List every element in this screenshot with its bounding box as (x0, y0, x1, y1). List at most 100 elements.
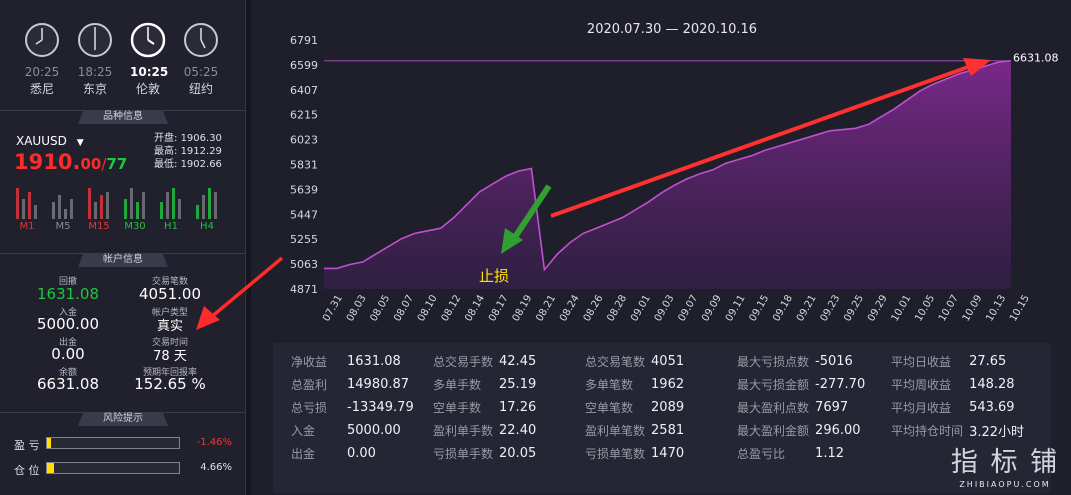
chevron-down-icon: ▼ (76, 138, 84, 148)
clock-time: 20:25 (24, 65, 60, 79)
end-value-label: 6631.08 (1013, 52, 1059, 65)
x-tick-label: 09.23 (819, 293, 843, 323)
timeframe-bars-m15 (88, 185, 110, 219)
x-tick-label: 09.07 (676, 293, 700, 323)
x-tick-label: 08.26 (582, 293, 606, 323)
clock-city: 悉尼 (29, 82, 54, 96)
stop-loss-annotation: 止损 (479, 267, 509, 285)
stats-row: 总盈利 14980.87 多单手数 25.19 多单笔数 1962 最大亏损金额 -277.7… (291, 373, 1039, 396)
stat-label: 总交易笔数 (585, 355, 646, 369)
pos-value: 4.66% (200, 462, 232, 473)
x-tick-label: 09.18 (771, 293, 795, 323)
clock-city: 东京 (82, 82, 107, 96)
indicator-bar (34, 205, 37, 219)
stat-value: 42.45 (499, 354, 537, 369)
x-tick-label: 08.28 (605, 293, 629, 323)
stats-row: 出金 0.00 亏损单手数 20.05 亏损单笔数 1470 总盈亏比 1.12 (291, 442, 1039, 465)
pl-bar (46, 437, 180, 449)
clock-time: 10:25 (130, 65, 169, 79)
stats-row: 入金 5000.00 盈利单手数 22.40 盈利单笔数 2581 最大盈利金额 296.00… (291, 419, 1039, 442)
section-title: 品种信息 (78, 110, 168, 124)
indicator-bar (142, 191, 145, 219)
watermark: 指 标 铺 ZHIBIAOPU.COM (939, 440, 1071, 489)
x-tick-label: 09.03 (653, 293, 677, 323)
stat-value: -277.70 (815, 377, 866, 392)
trades-value: 4051.00 (138, 285, 202, 303)
timeframe-label[interactable]: M1 (15, 221, 39, 232)
stat-value: 5000.00 (347, 423, 401, 438)
ohl-block: 开盘: 1906.30 最高: 1912.29 最低: 1902.66 (154, 132, 222, 171)
days-value: 78 天 (153, 349, 187, 364)
watermark-en: ZHIBIAOPU.COM (959, 480, 1051, 489)
pos-label: 仓 位 (14, 464, 40, 477)
y-tick-label: 6215 (290, 109, 318, 122)
stat-value: 0.00 (347, 446, 376, 461)
pos-bar-fill (47, 463, 54, 473)
clock-icon (184, 23, 218, 57)
indicator-bar (106, 191, 109, 219)
clock-icon (78, 23, 112, 57)
indicator-bar (130, 188, 133, 219)
stat-value: 2581 (651, 423, 685, 438)
stat-label: 入金 (291, 424, 316, 438)
timeframe-label[interactable]: H4 (195, 221, 219, 232)
left-panel: 20:25 悉尼 18:25 东京 10:25 伦敦 05:25 纽约 品种信息… (0, 0, 246, 495)
y-tick-label: 5447 (290, 208, 318, 221)
deposit-value: 5000.00 (36, 315, 100, 333)
watermark-cn: 指 标 铺 (950, 447, 1060, 478)
stat-value: 1.12 (815, 446, 844, 461)
stats-row: 净收益 1631.08 总交易手数 42.45 总交易笔数 4051 最大亏损点数 -5016… (291, 350, 1039, 373)
timeframe-bars-h1 (160, 185, 182, 219)
stat-label: 总盈亏比 (737, 447, 786, 461)
pl-value: -1.46% (196, 437, 232, 448)
timeframe-label[interactable]: M30 (123, 221, 147, 232)
clock-icon (130, 22, 166, 58)
stat-label: 最大亏损金额 (737, 378, 810, 392)
x-tick-label: 08.12 (440, 293, 464, 323)
balance-value: 6631.08 (36, 375, 100, 393)
clock-tokyo: 18:25 东京 (77, 22, 113, 97)
indicator-bar (172, 188, 175, 219)
high-value: 1912.29 (180, 146, 222, 157)
x-tick-label: 08.05 (368, 293, 392, 323)
timeframe-label[interactable]: H1 (159, 221, 183, 232)
stat-value: 1470 (651, 446, 685, 461)
x-tick-label: 10.05 (913, 293, 937, 323)
indicator-bar (52, 202, 55, 219)
chart-title: 2020.07.30 — 2020.10.16 (587, 22, 757, 37)
type-value: 真实 (156, 319, 183, 334)
timeframe-label[interactable]: M5 (51, 221, 75, 232)
stat-value: 22.40 (499, 423, 537, 438)
x-tick-label: 09.21 (795, 293, 819, 323)
price-big: 1910. (14, 150, 81, 174)
stat-value: 296.00 (815, 423, 861, 438)
pos-bar (46, 462, 180, 474)
stat-label: 亏损单笔数 (585, 447, 646, 461)
clock-sydney: 20:25 悉尼 (24, 22, 60, 97)
y-tick-label: 5639 (290, 183, 318, 196)
stat-label: 多单笔数 (585, 378, 634, 392)
stat-value: 148.28 (969, 377, 1015, 392)
symbol-selector[interactable]: XAUUSD ▼ (16, 134, 84, 148)
stat-label: 盈利单笔数 (585, 424, 646, 438)
stat-label: 多单手数 (433, 378, 482, 392)
indicator-bar (70, 198, 73, 219)
section-title: 帐户信息 (78, 253, 168, 267)
indicator-bar (58, 195, 61, 219)
section-title: 风险提示 (78, 412, 168, 426)
stat-label: 最大盈利金额 (737, 424, 810, 438)
pl-bar-fill (47, 438, 51, 448)
x-tick-label: 08.14 (463, 293, 487, 323)
indicator-bar (28, 191, 31, 219)
indicator-bar (100, 195, 103, 219)
y-tick-label: 6791 (290, 34, 318, 47)
timeframe-label[interactable]: M15 (87, 221, 111, 232)
open-label: 开盘: (154, 133, 178, 144)
timeframe-bars-h4 (196, 185, 218, 219)
x-tick-label: 08.21 (534, 293, 558, 323)
indicator-bar (214, 191, 217, 219)
stat-label: 平均日收益 (891, 355, 952, 369)
stat-value: 543.69 (969, 400, 1015, 415)
indicator-bar (124, 198, 127, 219)
stat-label: 总交易手数 (433, 355, 494, 369)
